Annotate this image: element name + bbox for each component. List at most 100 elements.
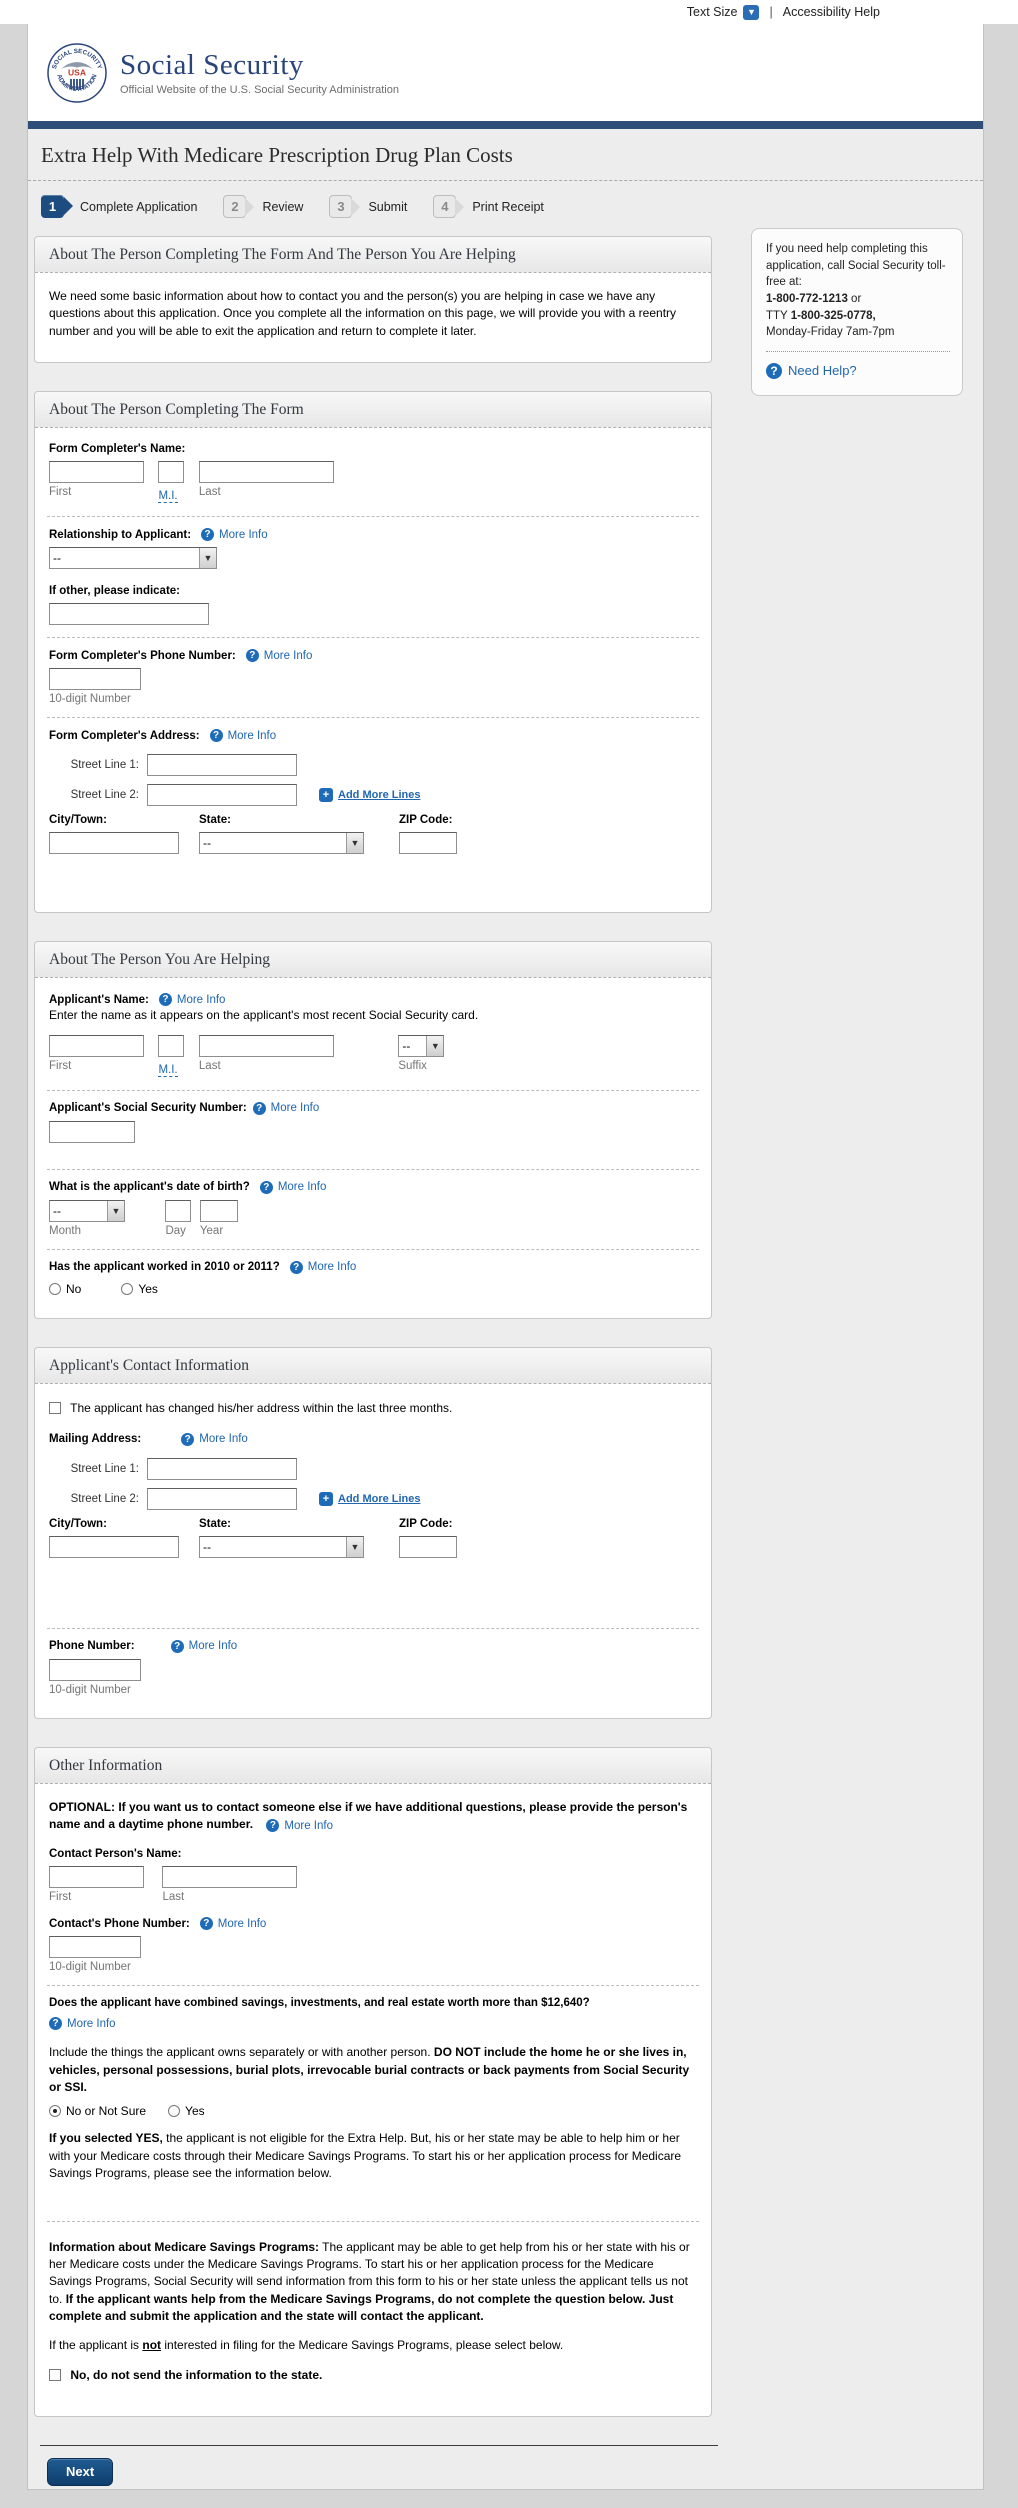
completer-zip-input[interactable] [399, 832, 457, 854]
text-size-dropdown-icon[interactable]: ▼ [743, 5, 759, 20]
suffix-sublabel: Suffix [398, 1060, 444, 1072]
worked-group: Has the applicant worked in 2010 or 2011… [47, 1249, 699, 1308]
radio-selected-icon [49, 2105, 61, 2117]
step-3-label: Submit [368, 200, 407, 214]
step-complete-application: 1 Complete Application [41, 195, 197, 218]
completer-address-more-info-link[interactable]: ? More Info [210, 729, 277, 742]
contact-phone-input[interactable] [49, 1936, 141, 1958]
ten-digit-hint: 10-digit Number [49, 1684, 697, 1696]
city-field: City/Town: [49, 814, 199, 854]
mailing-address-label: Mailing Address: [49, 1433, 141, 1445]
completer-phone-group: Form Completer's Phone Number: ? More In… [47, 637, 699, 717]
yes-selected-bold: If you selected YES, [49, 2131, 163, 2145]
savings-no-radio[interactable]: No or Not Sure [49, 2104, 146, 2118]
add-more-lines-link[interactable]: + Add More Lines [319, 788, 421, 802]
completer-city-input[interactable] [49, 832, 179, 854]
accessibility-help-link[interactable]: Accessibility Help [783, 5, 880, 19]
optional-more-info-link[interactable]: ? More Info [266, 1818, 333, 1835]
first-sublabel: First [49, 1891, 144, 1903]
worked-yes-radio[interactable]: Yes [121, 1282, 158, 1296]
mailing-street2-input[interactable] [147, 1488, 297, 1510]
mi-tooltip-link[interactable]: M.I. [158, 1064, 177, 1077]
dob-month-select[interactable]: -- ▼ [49, 1200, 125, 1222]
completer-name-label: Form Completer's Name: [49, 443, 185, 455]
question-icon: ? [181, 1433, 194, 1446]
state-label: State: [199, 814, 399, 826]
mailing-state-select[interactable]: -- ▼ [199, 1536, 364, 1558]
relationship-label: Relationship to Applicant: [49, 529, 191, 541]
msp-tail-bold: If the applicant wants help from the Med… [49, 2292, 673, 2323]
worked-no-radio[interactable]: No [49, 1282, 81, 1296]
question-icon: ? [171, 1640, 184, 1653]
applicant-first-name-input[interactable] [49, 1035, 144, 1057]
other-indicate-input[interactable] [49, 603, 209, 625]
help-phone: 1-800-772-1213 [766, 293, 848, 305]
text-size-label[interactable]: Text Size [687, 5, 738, 19]
savings-more-info-link[interactable]: ? More Info [49, 2017, 116, 2030]
mailing-city-input[interactable] [49, 1536, 179, 1558]
completer-street2-input[interactable] [147, 784, 297, 806]
applicant-ssn-input[interactable] [49, 1121, 135, 1143]
section-intro-title: About The Person Completing The Form And… [49, 246, 697, 264]
question-icon: ? [260, 1181, 273, 1194]
worked-more-info-link[interactable]: ? More Info [290, 1261, 357, 1274]
utility-divider: | [769, 5, 772, 19]
step-1-badge: 1 [41, 195, 64, 218]
brand-tagline: Official Website of the U.S. Social Secu… [120, 84, 399, 96]
page-card: SOCIAL SECURITY ADMINISTRATION USA Socia… [27, 24, 984, 2490]
applicant-phone-more-info-link[interactable]: ? More Info [171, 1640, 238, 1653]
not-interested-pre: If the applicant is [49, 2338, 142, 2352]
completer-phone-more-info-link[interactable]: ? More Info [246, 649, 313, 662]
optional-contact-group: OPTIONAL: If you want us to contact some… [47, 1788, 699, 1985]
city-field: City/Town: [49, 1518, 199, 1558]
savings-note-normal: Include the things the applicant owns se… [49, 2045, 434, 2059]
section-other-info: Other Information OPTIONAL: If you want … [34, 1747, 712, 2417]
contact-phone-more-info-link[interactable]: ? More Info [200, 1917, 267, 1930]
completer-street1-input[interactable] [147, 754, 297, 776]
completer-mi-input[interactable] [158, 461, 184, 483]
address-changed-checkbox[interactable]: The applicant has changed his/her addres… [49, 1401, 452, 1415]
applicant-suffix-select[interactable]: -- ▼ [398, 1035, 444, 1057]
dob-day-input[interactable] [165, 1200, 191, 1222]
help-tty-label: TTY [766, 310, 788, 322]
mailing-zip-input[interactable] [399, 1536, 457, 1558]
msp-lead-bold: Information about Medicare Savings Progr… [49, 2240, 319, 2254]
contact-last-name-input[interactable] [162, 1866, 297, 1888]
dob-label: What is the applicant's date of birth? [49, 1181, 250, 1193]
checkbox-icon [49, 1402, 61, 1414]
applicant-name-more-info-link[interactable]: ? More Info [159, 993, 226, 1006]
completer-state-select[interactable]: -- ▼ [199, 832, 364, 854]
section-form-completer: About The Person Completing The Form For… [34, 391, 712, 913]
radio-icon [168, 2105, 180, 2117]
intro-paragraph: We need some basic information about how… [49, 288, 697, 340]
contact-first-name-input[interactable] [49, 1866, 144, 1888]
mailing-street1-input[interactable] [147, 1458, 297, 1480]
applicant-phone-input[interactable] [49, 1659, 141, 1681]
radio-icon [121, 1283, 133, 1295]
mi-tooltip-link[interactable]: M.I. [158, 490, 177, 503]
completer-first-name-input[interactable] [49, 461, 144, 483]
mailing-more-info-link[interactable]: ? More Info [181, 1433, 248, 1446]
last-sublabel: Last [199, 486, 334, 498]
applicant-last-name-input[interactable] [199, 1035, 334, 1057]
completer-last-name-input[interactable] [199, 461, 334, 483]
savings-yes-radio[interactable]: Yes [168, 2104, 205, 2118]
relationship-more-info-link[interactable]: ? More Info [201, 528, 268, 541]
question-icon: ? [49, 2017, 62, 2030]
no-send-checkbox[interactable]: No, do not send the information to the s… [49, 2367, 697, 2384]
savings-question-group: Does the applicant have combined savings… [47, 1985, 699, 2220]
completer-phone-input[interactable] [49, 668, 141, 690]
dob-year-input[interactable] [200, 1200, 238, 1222]
city-label: City/Town: [49, 1518, 199, 1530]
first-sublabel: First [49, 486, 144, 498]
next-button[interactable]: Next [47, 2458, 113, 2486]
need-help-link[interactable]: ? Need Help? [766, 362, 857, 381]
add-more-lines-link[interactable]: + Add More Lines [319, 1492, 421, 1506]
chevron-down-icon: ▼ [346, 833, 363, 853]
chevron-down-icon: ▼ [199, 548, 216, 568]
relationship-select[interactable]: -- ▼ [49, 547, 217, 569]
section-form-completer-title: About The Person Completing The Form [49, 401, 697, 419]
dob-more-info-link[interactable]: ? More Info [260, 1181, 327, 1194]
applicant-mi-input[interactable] [158, 1035, 184, 1057]
ssn-more-info-link[interactable]: ? More Info [253, 1102, 320, 1115]
